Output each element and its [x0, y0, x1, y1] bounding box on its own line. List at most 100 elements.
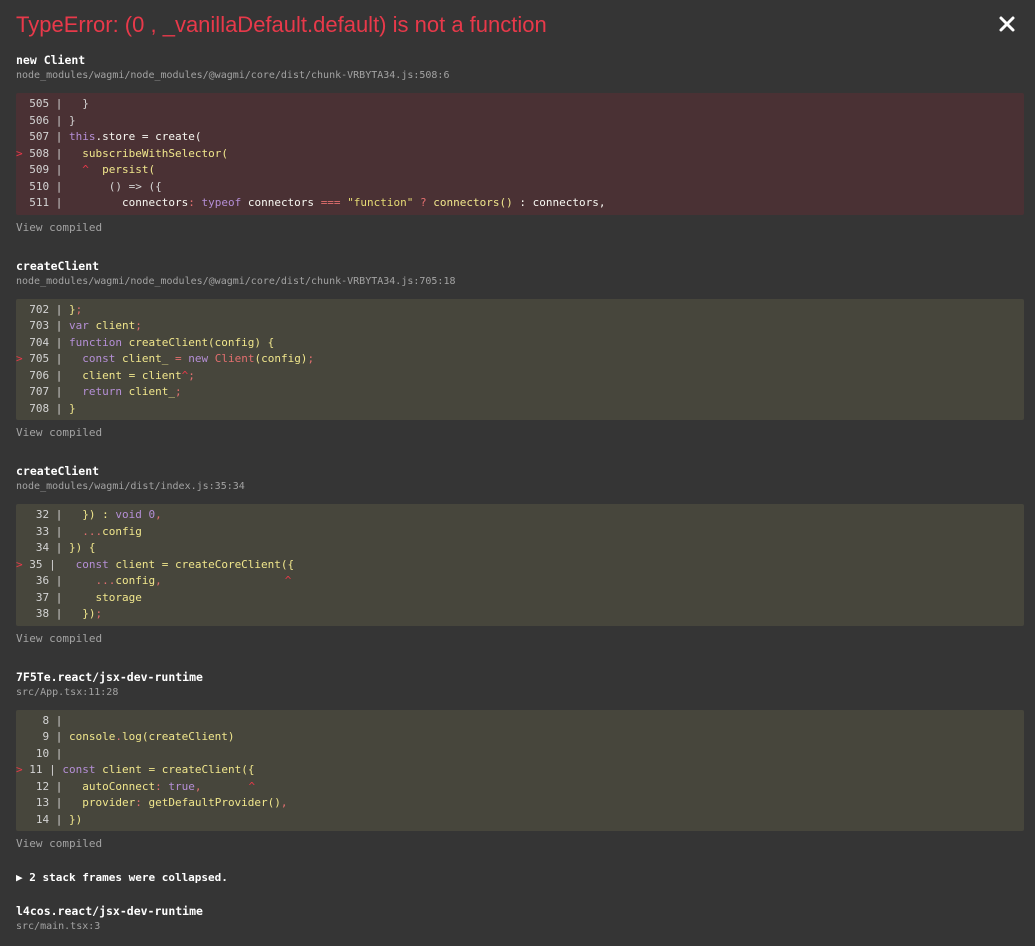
code-keyword: const	[69, 352, 116, 365]
line-number: 702 |	[16, 302, 69, 316]
frame-function-name: new Client	[16, 53, 86, 67]
code-keyword: function	[68, 335, 122, 349]
frame-file-path[interactable]: src/main.tsx:3	[16, 920, 1024, 934]
code-line: 32 | }) : void 0,	[16, 507, 1024, 524]
collapsed-frames-toggle[interactable]: ▶ 2 stack frames were collapsed.	[16, 870, 1024, 886]
line-number: 507 |	[16, 130, 69, 143]
line-number: 34 |	[16, 541, 69, 554]
code-line: 12 | autoConnect: true, ^	[16, 779, 1024, 796]
code-text: getDefaultProvider()	[148, 796, 281, 809]
frame-file-path[interactable]: node_modules/wagmi/node_modules/@wagmi/c…	[16, 275, 1024, 289]
code-number: 0	[141, 508, 156, 521]
code-keyword: const	[62, 763, 96, 776]
code-punct: ,	[155, 508, 162, 521]
code-text: 505 | }	[16, 97, 89, 110]
line-number: 704 |	[16, 335, 69, 349]
line-number: 511 |	[16, 196, 69, 209]
code-line: 10 |	[16, 746, 1024, 763]
code-text: 506 | }	[16, 113, 76, 127]
code-line-error: > 705 | const client_ = new Client(confi…	[16, 351, 1024, 368]
code-text: client	[88, 319, 136, 332]
frame-file-path[interactable]: src/App.tsx:11:28	[16, 686, 1024, 700]
frame-file-path[interactable]: node_modules/wagmi/node_modules/@wagmi/c…	[16, 69, 1024, 83]
close-icon[interactable]	[995, 12, 1019, 36]
line-number: 38 |	[16, 607, 69, 620]
code-keyword: this	[68, 130, 96, 143]
code-line-error: > 11 | const client = createClient({	[16, 762, 1024, 779]
code-text: createClient(config) {	[121, 335, 275, 349]
code-keyword: true	[168, 779, 195, 793]
view-compiled-link[interactable]: View compiled	[16, 425, 1024, 441]
line-number: 10 |	[16, 746, 69, 760]
code-text: : connectors,	[512, 196, 606, 209]
view-compiled-link[interactable]: View compiled	[16, 631, 1024, 647]
close-button[interactable]	[995, 12, 1019, 36]
code-text: })	[68, 812, 83, 826]
code-punct: :	[155, 779, 169, 793]
code-text: })	[68, 607, 96, 620]
frame-function-name: createClient	[16, 258, 100, 273]
code-punct: ;	[174, 385, 182, 398]
code-punct: ,	[280, 796, 288, 809]
stack-frame: createClient node_modules/wagmi/node_mod…	[16, 258, 1024, 442]
code-keyword: return	[68, 385, 122, 398]
code-punct: ;	[95, 607, 103, 620]
code-text: client = createCoreClient({	[108, 557, 295, 571]
code-line: 510 | () => ({	[16, 179, 1024, 196]
stack-frame: 7F5Te.react/jsx-dev-runtime src/App.tsx:…	[16, 669, 1024, 853]
frame-file-path[interactable]: node_modules/wagmi/dist/index.js:35:34	[16, 480, 1024, 494]
code-punct: ;	[188, 368, 195, 382]
line-number: 13 |	[16, 796, 69, 809]
error-caret: ^	[284, 574, 292, 587]
code-text: storage	[68, 590, 142, 604]
line-number: 12 |	[16, 779, 69, 793]
line-number: 9 |	[16, 730, 69, 743]
line-number: 707 |	[16, 385, 69, 398]
code-line: 509 | ^ persist(	[16, 162, 1024, 179]
stack-frame: l4cos.react/jsx-dev-runtime src/main.tsx…	[16, 903, 1024, 934]
code-keyword: new	[181, 352, 209, 365]
error-caret: ^	[68, 163, 89, 176]
code-text: config	[115, 574, 156, 587]
code-punct: ...	[68, 574, 116, 587]
code-text: client = client	[68, 368, 182, 382]
code-line: 9 | console.log(createClient)	[16, 729, 1024, 746]
line-number: 32 |	[16, 508, 69, 521]
code-text: }	[68, 401, 76, 415]
code-text: subscribeWithSelector(	[69, 146, 228, 160]
line-number: 708 |	[16, 401, 69, 415]
code-punct: :	[188, 196, 202, 209]
code-line: 506 | }	[16, 113, 1024, 130]
line-number: 14 |	[16, 812, 69, 826]
code-line: 511 | connectors: typeof connectors === …	[16, 195, 1024, 212]
code-text: 510 | () => ({	[16, 179, 162, 193]
frame-function-name: createClient	[16, 464, 100, 478]
error-line-marker: >	[16, 146, 30, 160]
code-line: 8 |	[16, 713, 1024, 730]
frame-function-name: l4cos.react/jsx-dev-runtime	[16, 904, 203, 918]
error-line-marker: >	[16, 557, 30, 571]
error-title: TypeError: (0 , _vanillaDefault.default)…	[16, 12, 547, 37]
code-text: config	[102, 524, 142, 538]
code-text: connectors	[241, 196, 321, 209]
code-snippet: 8 | 9 | console.log(createClient) 10 | >…	[16, 709, 1024, 831]
code-keyword: var	[68, 319, 89, 332]
error-line-marker: >	[16, 763, 30, 776]
code-text: connectors	[68, 196, 189, 209]
view-compiled-link[interactable]: View compiled	[16, 836, 1024, 852]
code-text: connectors()	[433, 196, 513, 209]
view-compiled-link[interactable]: View compiled	[16, 220, 1024, 236]
code-line-error: > 35 | const client = createCoreClient({	[16, 557, 1024, 574]
code-text: persist(	[88, 163, 156, 176]
code-text: provider	[68, 796, 136, 809]
code-punct: .	[115, 730, 122, 743]
frame-function-name: 7F5Te.react/jsx-dev-runtime	[16, 669, 203, 684]
stack-frame: new Client node_modules/wagmi/node_modul…	[16, 52, 1024, 236]
code-line: 707 | return client_;	[16, 384, 1024, 401]
code-line: 38 | });	[16, 606, 1024, 623]
error-line-marker: >	[16, 352, 30, 365]
code-punct: :	[135, 796, 149, 809]
code-line-error: > 508 | subscribeWithSelector(	[16, 146, 1024, 163]
code-keyword: void	[115, 508, 142, 521]
line-number: 508 |	[29, 146, 69, 160]
